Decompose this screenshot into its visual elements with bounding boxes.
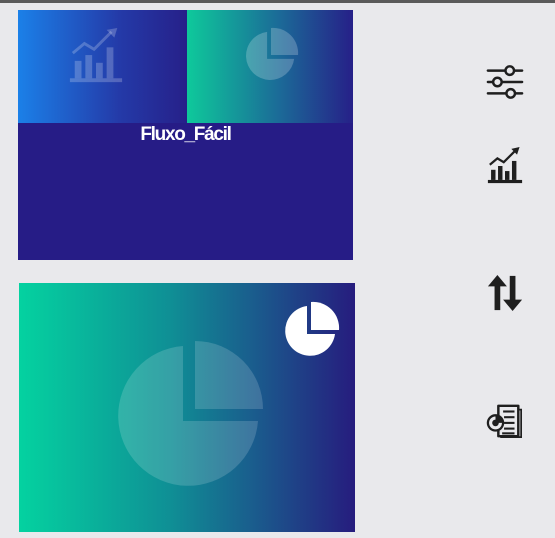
tile-pie[interactable]	[187, 10, 353, 123]
tile-charts[interactable]	[18, 10, 187, 123]
sort-button[interactable]	[484, 273, 526, 313]
bar-chart-trend-icon	[69, 28, 123, 83]
window-top-bar	[0, 0, 555, 3]
pie-chart-icon	[118, 341, 263, 486]
reports-button[interactable]	[484, 401, 526, 441]
bar-chart-trend-icon	[487, 147, 523, 184]
charts-button[interactable]	[484, 146, 526, 186]
pie-chart-icon	[285, 301, 340, 356]
sort-arrows-icon	[487, 274, 523, 312]
sliders-icon	[486, 65, 524, 99]
dashboard-card-pie[interactable]	[19, 283, 355, 532]
filter-settings-button[interactable]	[484, 62, 526, 102]
report-document-icon	[486, 404, 523, 439]
pie-chart-icon	[246, 27, 299, 80]
dashboard-card-brand[interactable]: Fluxo_Fácil	[18, 10, 353, 260]
brand-title: Fluxo_Fácil	[140, 124, 232, 145]
